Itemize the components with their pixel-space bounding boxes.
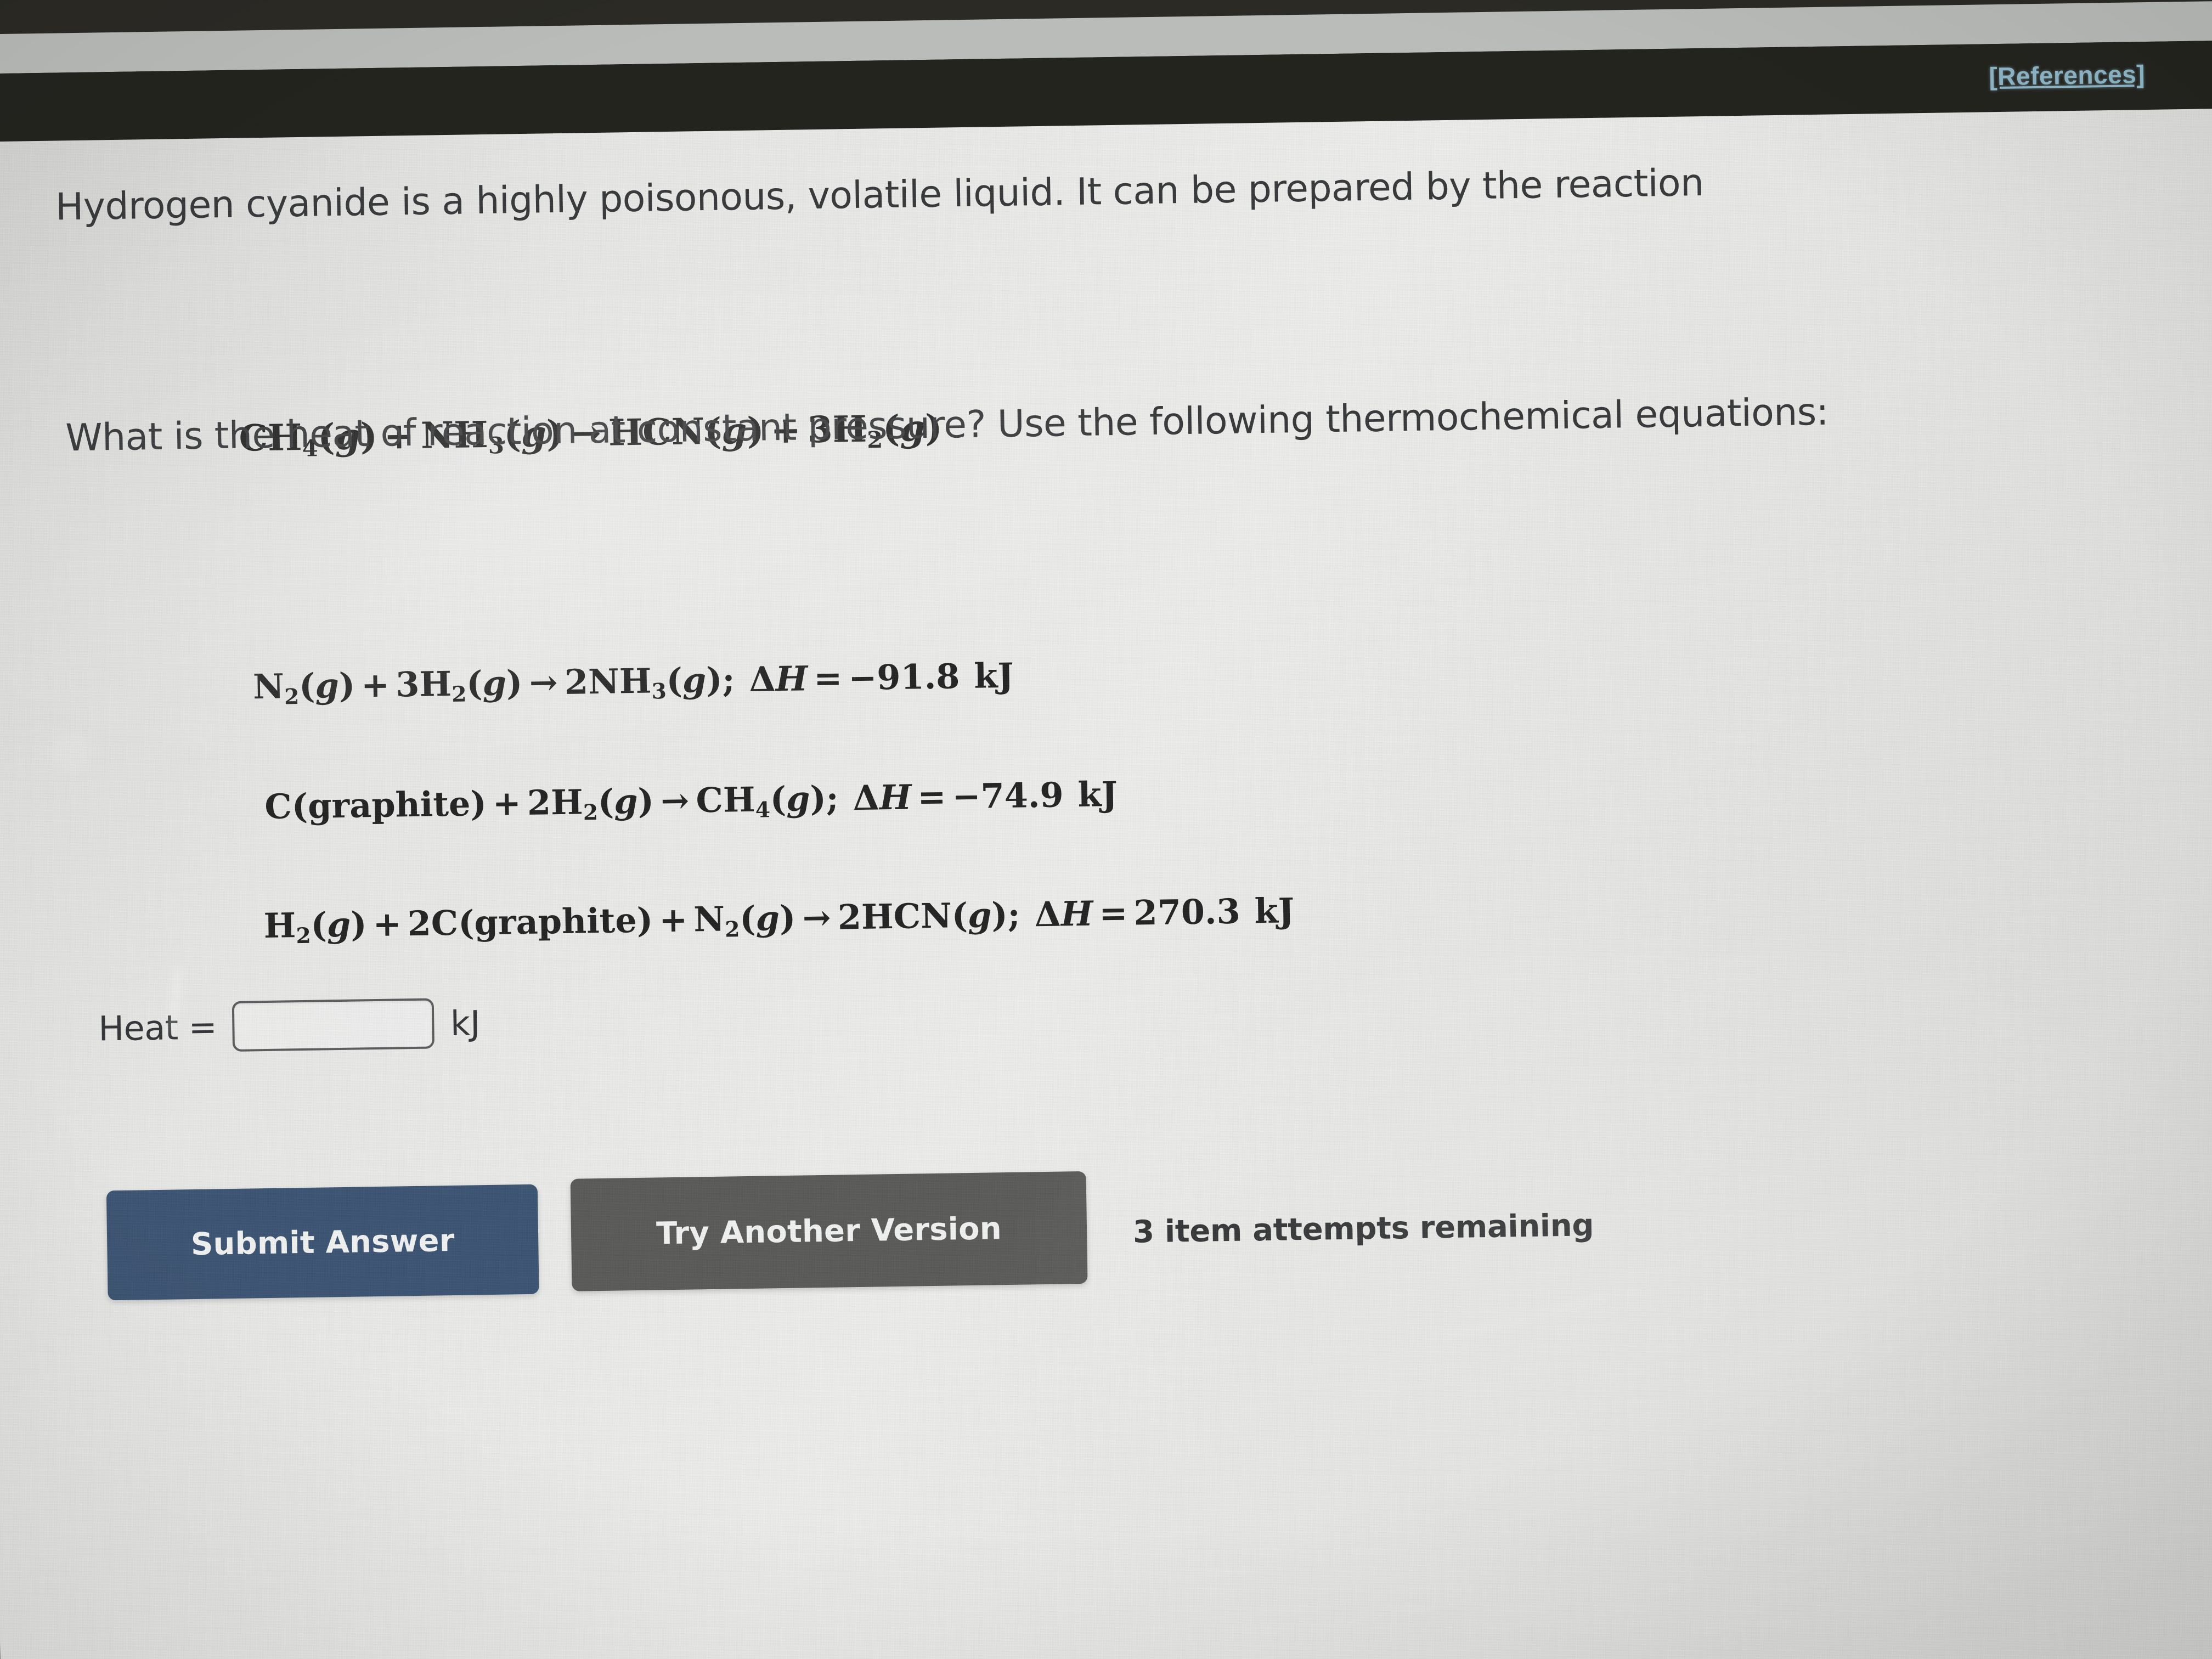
- eq2-semicolon: ;: [826, 778, 839, 819]
- eq1-arrow-icon: →: [529, 662, 558, 703]
- eq3-species-hcn: 2HCN(g): [837, 894, 1008, 938]
- eq1-delta-h-units: kJ: [973, 655, 1014, 696]
- eq1-equals: =: [813, 658, 843, 699]
- eq3-delta-h-value: 270.3: [1133, 891, 1241, 933]
- attempts-remaining-text: 3 item attempts remaining: [1132, 1207, 1594, 1250]
- thermochemical-equation-1: N2(g) +3H2(g) → 2NH3(g); ΔH = −91.8 kJ: [253, 656, 1014, 710]
- eq1-species-n2: N2(g): [252, 665, 356, 710]
- eq1-species-h2: 3H2(g): [395, 663, 523, 707]
- eq3-equals: =: [1098, 893, 1128, 934]
- eq2-equals: =: [917, 776, 946, 817]
- eq3-species-h2: H2(g): [263, 904, 368, 949]
- eq3-delta-symbol: Δ: [1034, 894, 1062, 935]
- eq2-delta-symbol: Δ: [853, 777, 880, 819]
- submit-answer-button[interactable]: Submit Answer: [106, 1184, 539, 1301]
- actions-row: Submit Answer Try Another Version 3 item…: [106, 1169, 1595, 1301]
- heat-input[interactable]: [232, 998, 435, 1052]
- eq2-delta-h-value: −74.9: [952, 775, 1064, 817]
- screen-smudge: [1445, 1295, 1607, 1340]
- eq2-species-ch4: CH4(g): [696, 778, 827, 823]
- eq2-species-graphite: C(graphite): [264, 783, 487, 827]
- eq2-plus-icon: +: [492, 783, 522, 823]
- thermochemical-equation-3: H2(g) +2C(graphite) + N2(g) → 2HCN(g); ΔH = 270.…: [263, 890, 1295, 949]
- eq1-species-nh3: 2NH3(g): [564, 659, 723, 704]
- eq2-delta-h-units: kJ: [1077, 774, 1118, 815]
- eq3-plus-icon-2: +: [658, 899, 688, 940]
- eq1-h-symbol: H: [775, 658, 808, 699]
- eq3-species-graphite: 2C(graphite): [407, 900, 653, 944]
- references-link[interactable]: [References]: [1989, 59, 2145, 91]
- try-another-version-button[interactable]: Try Another Version: [570, 1171, 1088, 1291]
- eq1-delta-h-value: −91.8: [848, 656, 960, 698]
- heat-unit-label: kJ: [450, 1002, 481, 1043]
- question-page: Hydrogen cyanide is a highly poisonous, …: [0, 108, 2212, 1659]
- problem-statement-line-2: What is the heat of reaction at constant…: [65, 390, 1829, 460]
- eq3-delta-h-units: kJ: [1254, 890, 1295, 932]
- eq3-plus-icon: +: [373, 904, 402, 945]
- answer-row: Heat = kJ: [98, 997, 481, 1053]
- screen-smudge: [52, 732, 92, 772]
- eq2-species-h2: 2H2(g): [527, 781, 654, 826]
- eq3-arrow-icon: →: [802, 897, 832, 938]
- eq2-arrow-icon: →: [660, 780, 690, 821]
- eq1-delta-symbol: Δ: [748, 659, 776, 699]
- eq3-species-n2: N2(g): [693, 898, 796, 943]
- eq3-semicolon: ;: [1007, 894, 1021, 935]
- eq1-plus-icon: +: [360, 664, 390, 706]
- eq2-h-symbol: H: [879, 777, 912, 818]
- screen-surface: [References] Hydrogen cyanide is a highl…: [0, 0, 2212, 1659]
- eq1-semicolon: ;: [722, 659, 735, 700]
- heat-label: Heat =: [98, 1006, 217, 1049]
- thermochemical-equation-2: C(graphite) +2H2(g) → CH4(g); ΔH = −74.9 kJ: [264, 774, 1118, 830]
- eq3-h-symbol: H: [1060, 893, 1093, 934]
- photographed-screen: [References] Hydrogen cyanide is a highl…: [0, 0, 2212, 1659]
- problem-statement-line-1: Hydrogen cyanide is a highly poisonous, …: [55, 161, 1705, 229]
